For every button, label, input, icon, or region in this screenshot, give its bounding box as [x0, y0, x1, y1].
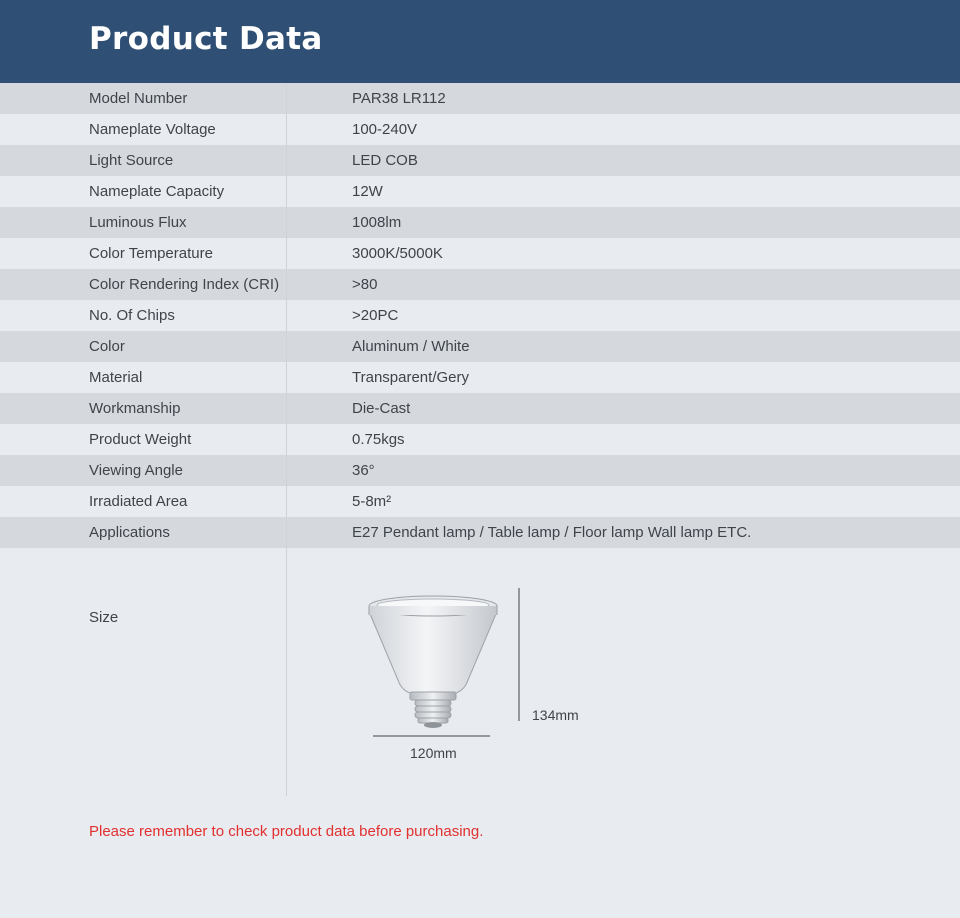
spec-value: Transparent/Gery: [352, 369, 469, 386]
spec-value: 5-8m²: [352, 493, 392, 510]
table-row: Viewing Angle 36°: [0, 455, 960, 486]
spec-label: Color Temperature: [89, 245, 213, 262]
spec-value: 0.75kgs: [352, 431, 405, 448]
bulb-illustration: [368, 588, 520, 737]
purchase-note: Please remember to check product data be…: [89, 823, 484, 840]
size-label: Size: [89, 609, 119, 626]
table-row: Color Temperature 3000K/5000K: [0, 238, 960, 269]
table-row: Nameplate Capacity 12W: [0, 176, 960, 207]
height-dimension-label: 134mm: [532, 707, 579, 723]
table-row: Irradiated Area 5-8m²: [0, 486, 960, 517]
spec-label: Model Number: [89, 90, 188, 107]
spec-value: PAR38 LR112: [352, 90, 446, 107]
table-row: Light Source LED COB: [0, 145, 960, 176]
spec-label: Nameplate Capacity: [89, 183, 225, 200]
width-dimension-label: 120mm: [410, 745, 457, 761]
spec-label: Material: [89, 369, 143, 386]
spec-value: 100-240V: [352, 121, 418, 138]
spec-label: Light Source: [89, 152, 174, 169]
spec-value: 1008lm: [352, 214, 402, 231]
spec-label: No. Of Chips: [89, 307, 175, 324]
spec-value: >80: [352, 276, 378, 293]
spec-value: 3000K/5000K: [352, 245, 443, 262]
spec-value: Aluminum / White: [352, 338, 470, 355]
spec-value: 12W: [352, 183, 383, 200]
table-row: Material Transparent/Gery: [0, 362, 960, 393]
spec-label: Product Weight: [89, 431, 192, 448]
table-row: Nameplate Voltage 100-240V: [0, 114, 960, 145]
table-row: Color Rendering Index (CRI) >80: [0, 269, 960, 300]
spec-label: Applications: [89, 524, 170, 541]
spec-label: Luminous Flux: [89, 214, 187, 231]
table-row: Workmanship Die-Cast: [0, 393, 960, 424]
page-title: Product Data: [89, 21, 323, 57]
spec-table: Model Number PAR38 LR112 Nameplate Volta…: [0, 83, 960, 548]
size-diagram: 134mm 120mm: [360, 584, 600, 779]
spec-label: Color Rendering Index (CRI): [89, 276, 280, 293]
table-row: Applications E27 Pendant lamp / Table la…: [0, 517, 960, 548]
table-row: Luminous Flux 1008lm: [0, 207, 960, 238]
column-divider: [286, 83, 287, 796]
spec-label: Nameplate Voltage: [89, 121, 216, 138]
table-row: No. Of Chips >20PC: [0, 300, 960, 331]
spec-value: Die-Cast: [352, 400, 411, 417]
table-row: Color Aluminum / White: [0, 331, 960, 362]
spec-label: Workmanship: [89, 400, 181, 417]
spec-label: Viewing Angle: [89, 462, 183, 479]
spec-label: Color: [89, 338, 125, 355]
spec-value: E27 Pendant lamp / Table lamp / Floor la…: [352, 524, 752, 541]
spec-value: >20PC: [352, 307, 399, 324]
spec-value: LED COB: [352, 152, 418, 169]
spec-value: 36°: [352, 462, 375, 479]
spec-label: Irradiated Area: [89, 493, 188, 510]
table-row: Product Weight 0.75kgs: [0, 424, 960, 455]
header-banner: Product Data: [0, 0, 960, 83]
table-row: Model Number PAR38 LR112: [0, 83, 960, 114]
